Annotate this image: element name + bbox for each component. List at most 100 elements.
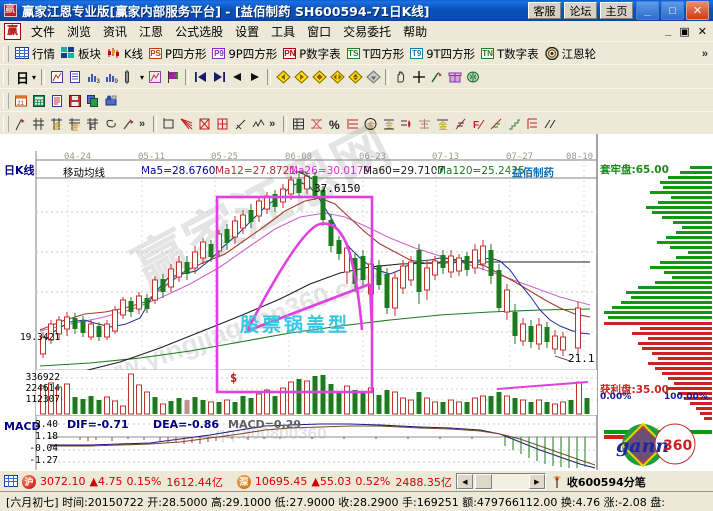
ticker-scrollbar[interactable]: ◀ ▶ [455, 473, 546, 490]
angle-button[interactable] [232, 116, 250, 132]
menu-item-window[interactable]: 窗口 [301, 21, 337, 42]
toolbar-quotes-button[interactable]: 行情 [12, 45, 58, 63]
customer-service-button[interactable]: 客服 [528, 2, 561, 19]
diamond-double-button[interactable] [328, 69, 346, 85]
shanghai-index-icon[interactable]: 沪 [22, 474, 36, 489]
toolbar-t-square-button[interactable]: TS T四方形 [344, 45, 408, 63]
gift-button[interactable] [446, 69, 464, 85]
diamond-down-button[interactable] [364, 69, 382, 85]
menu-item-help[interactable]: 帮助 [397, 21, 433, 42]
circle-gold-button[interactable]: 金 [362, 116, 380, 132]
grid-box-button[interactable] [214, 116, 232, 132]
scroll-left-icon[interactable]: ◀ [456, 474, 473, 489]
copy-button[interactable] [84, 93, 102, 109]
shenzhen-index-icon[interactable]: 深 [236, 474, 251, 489]
toolbar-grip[interactable] [3, 92, 9, 109]
minimize-icon[interactable]: _ [636, 1, 659, 20]
toolbar-t-number-table-button[interactable]: TN T数字表 [478, 45, 542, 63]
pen-red-button[interactable] [12, 116, 30, 132]
toolbar-9p-square-button[interactable]: P9 9P四方形 [209, 45, 280, 63]
percent-button[interactable]: % [326, 116, 344, 132]
percent-cross-button[interactable] [308, 116, 326, 132]
toolbar-grip[interactable] [3, 69, 9, 85]
print-user-button[interactable] [102, 93, 120, 109]
toolbar-9t-square-button[interactable]: T9 9T四方形 [407, 45, 478, 63]
box-button[interactable] [196, 116, 214, 132]
homepage-button[interactable]: 主页 [600, 2, 633, 19]
level-button[interactable] [344, 116, 362, 132]
crosshair-target-button[interactable] [146, 69, 164, 85]
table-button[interactable] [290, 116, 308, 132]
menu-item-settings[interactable]: 设置 [229, 21, 265, 42]
grid-icon[interactable] [4, 474, 18, 489]
fan-button[interactable] [178, 116, 196, 132]
gann-gold-1-button[interactable]: 金 [48, 116, 66, 132]
menu-item-trade[interactable]: 交易委托 [337, 21, 397, 42]
next-button[interactable] [246, 69, 264, 85]
calendar-button[interactable]: 21 [12, 93, 30, 109]
pen-button[interactable] [428, 69, 446, 85]
scroll-thumb[interactable] [474, 474, 492, 489]
fib-f-button[interactable]: F [84, 116, 102, 132]
menu-item-formula-stock-pick[interactable]: 公式选股 [169, 21, 229, 42]
mdi-close-icon[interactable]: ✕ [696, 25, 709, 38]
brush-button[interactable] [120, 116, 138, 132]
chart-area[interactable]: 赢家江恩网 www.yingjiagann360.com qq:80080036… [0, 114, 713, 470]
toolbar-grip[interactable] [3, 45, 9, 62]
menu-item-tools[interactable]: 工具 [265, 21, 301, 42]
ink-button[interactable] [398, 116, 416, 132]
drawing-group1-overflow-icon[interactable]: » [139, 118, 150, 130]
stairs-button[interactable] [506, 116, 524, 132]
calculator-button[interactable] [30, 93, 48, 109]
mdi-restore-icon[interactable]: ▣ [677, 25, 691, 38]
diamond-right-button[interactable] [292, 69, 310, 85]
balance-button[interactable] [416, 116, 434, 132]
bars-9-button[interactable]: 9 [102, 69, 120, 85]
menu-item-gann[interactable]: 江恩 [133, 21, 169, 42]
menu-item-file[interactable]: 文件 [25, 21, 61, 42]
f-line-button[interactable]: F [470, 116, 488, 132]
toolbar-gann-wheel-button[interactable]: 江恩轮 [542, 45, 600, 63]
toolbar-kline-button[interactable]: K线 [104, 45, 146, 63]
toolbar-sector-button[interactable]: 板块 [58, 45, 104, 63]
ticker-right-label[interactable]: 收600594分笔 [567, 474, 646, 490]
gold-button[interactable]: 金 [434, 116, 452, 132]
toolbar-grip[interactable] [3, 115, 9, 132]
diamond-left-button[interactable] [274, 69, 292, 85]
chart-pin-button[interactable] [48, 69, 66, 85]
rect-button[interactable] [160, 116, 178, 132]
maximize-icon[interactable]: □ [661, 1, 684, 20]
forum-button[interactable]: 论坛 [564, 2, 597, 19]
menu-item-browse[interactable]: 浏览 [61, 21, 97, 42]
scroll-right-icon[interactable]: ▶ [528, 474, 545, 489]
diamond-button[interactable] [310, 69, 328, 85]
hash-button[interactable] [30, 116, 48, 132]
drawing-group2-overflow-icon[interactable]: » [269, 118, 280, 130]
toolbar-overflow-icon[interactable]: » [702, 48, 713, 60]
spiral-button[interactable] [102, 116, 120, 132]
ruler-caret[interactable]: ▾ [138, 72, 146, 83]
diamond-up-button[interactable] [346, 69, 364, 85]
menu-item-news[interactable]: 资讯 [97, 21, 133, 42]
report-button[interactable] [48, 93, 66, 109]
gann-gold-2-button[interactable]: 金 [66, 116, 84, 132]
last-page-button[interactable] [210, 69, 228, 85]
toolbar-p-number-table-button[interactable]: PN P数字表 [280, 45, 343, 63]
prev-button[interactable] [228, 69, 246, 85]
wave-button[interactable] [250, 116, 268, 132]
ruler-button[interactable] [120, 69, 138, 85]
gold-bar-button[interactable]: 金 [380, 116, 398, 132]
hand-button[interactable] [392, 69, 410, 85]
brain-button[interactable] [464, 69, 482, 85]
toolbar-p-square-button[interactable]: PS P四方形 [146, 45, 209, 63]
close-icon[interactable]: ✕ [686, 1, 709, 20]
crosshair-button[interactable] [410, 69, 428, 85]
save-button[interactable] [66, 93, 84, 109]
bars-3-button[interactable]: 3 [84, 69, 102, 85]
rise-button[interactable] [452, 116, 470, 132]
document-button[interactable] [66, 69, 84, 85]
first-page-button[interactable] [192, 69, 210, 85]
period-selector[interactable]: 日 ▾ [12, 67, 38, 88]
mdi-minimize-icon[interactable]: _ [663, 25, 673, 37]
zigzag-button[interactable] [542, 116, 560, 132]
